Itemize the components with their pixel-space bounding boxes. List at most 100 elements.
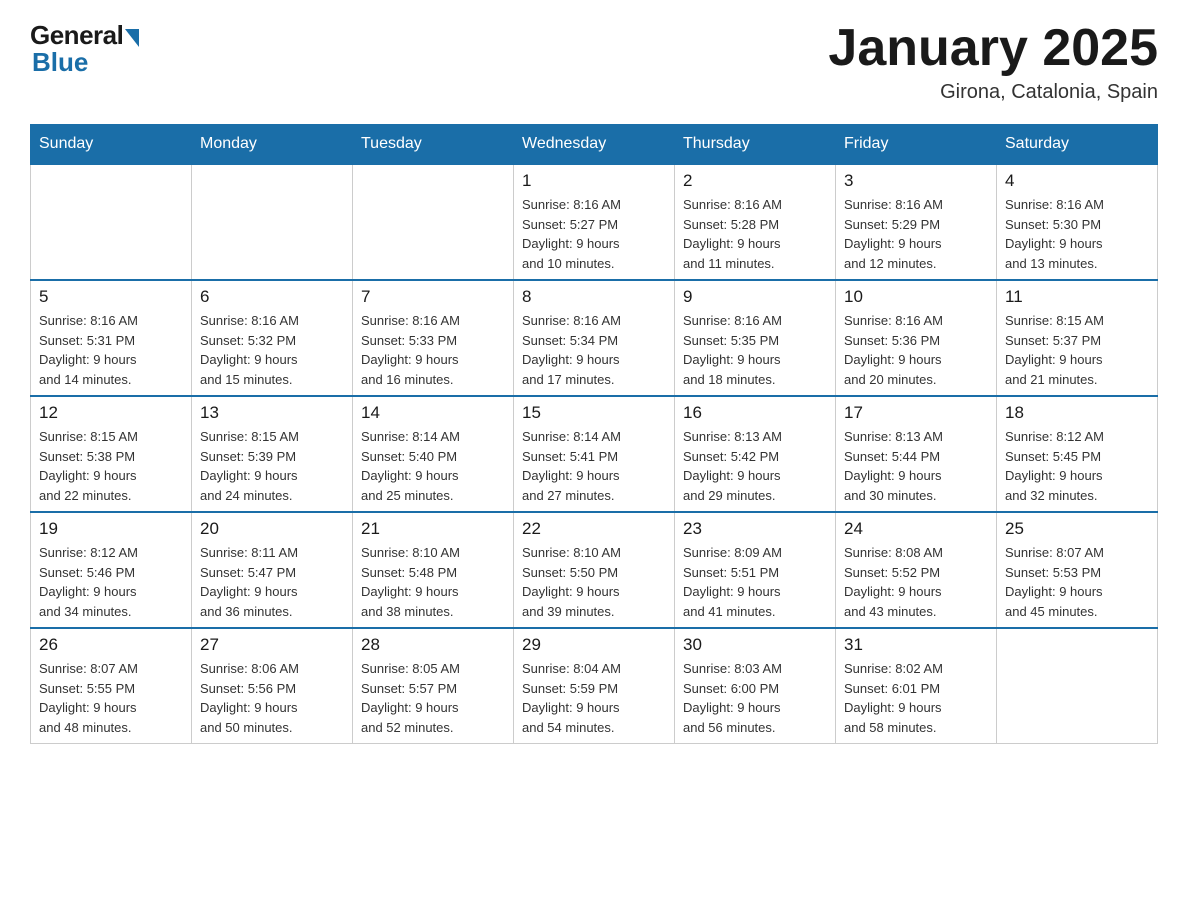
day-info: Sunrise: 8:16 AM Sunset: 5:27 PM Dayligh… xyxy=(522,195,666,273)
calendar-cell: 17 Sunrise: 8:13 AM Sunset: 5:44 PM Dayli… xyxy=(836,396,997,512)
calendar-cell: 6 Sunrise: 8:16 AM Sunset: 5:32 PM Daylig… xyxy=(192,280,353,396)
day-info: Sunrise: 8:16 AM Sunset: 5:29 PM Dayligh… xyxy=(844,195,988,273)
day-info: Sunrise: 8:10 AM Sunset: 5:48 PM Dayligh… xyxy=(361,543,505,621)
day-info: Sunrise: 8:16 AM Sunset: 5:35 PM Dayligh… xyxy=(683,311,827,389)
calendar-cell: 8 Sunrise: 8:16 AM Sunset: 5:34 PM Daylig… xyxy=(514,280,675,396)
day-number: 31 xyxy=(844,635,988,655)
day-number: 26 xyxy=(39,635,183,655)
calendar-cell: 5 Sunrise: 8:16 AM Sunset: 5:31 PM Daylig… xyxy=(31,280,192,396)
calendar-cell: 13Sunrise: 8:15 AM Sunset: 5:39 PM Dayli… xyxy=(192,396,353,512)
calendar-cell: 25 Sunrise: 8:07 AM Sunset: 5:53 PM Dayli… xyxy=(997,512,1158,628)
col-header-friday: Friday xyxy=(836,125,997,165)
day-number: 19 xyxy=(39,519,183,539)
calendar-table: SundayMondayTuesdayWednesdayThursdayFrid… xyxy=(30,124,1158,744)
calendar-cell: 31 Sunrise: 8:02 AM Sunset: 6:01 PM Dayli… xyxy=(836,628,997,744)
location-text: Girona, Catalonia, Spain xyxy=(828,81,1158,104)
day-number: 18 xyxy=(1005,403,1149,423)
day-number: 15 xyxy=(522,403,666,423)
day-number: 7 xyxy=(361,287,505,307)
day-info: Sunrise: 8:16 AM Sunset: 5:31 PM Dayligh… xyxy=(39,311,183,389)
day-info: Sunrise: 8:14 AM Sunset: 5:40 PM Dayligh… xyxy=(361,427,505,505)
month-title: January 2025 xyxy=(828,20,1158,77)
day-info: Sunrise: 8:10 AM Sunset: 5:50 PM Dayligh… xyxy=(522,543,666,621)
day-info: Sunrise: 8:03 AM Sunset: 6:00 PM Dayligh… xyxy=(683,659,827,737)
calendar-cell: 23 Sunrise: 8:09 AM Sunset: 5:51 PM Dayli… xyxy=(675,512,836,628)
logo-blue-text: Blue xyxy=(32,47,139,78)
day-info: Sunrise: 8:14 AM Sunset: 5:41 PM Dayligh… xyxy=(522,427,666,505)
day-number: 16 xyxy=(683,403,827,423)
calendar-cell: 19 Sunrise: 8:12 AM Sunset: 5:46 PM Dayli… xyxy=(31,512,192,628)
logo: General Blue xyxy=(30,20,139,78)
calendar-cell: 1Sunrise: 8:16 AM Sunset: 5:27 PM Daylig… xyxy=(514,164,675,280)
day-number: 21 xyxy=(361,519,505,539)
day-info: Sunrise: 8:07 AM Sunset: 5:53 PM Dayligh… xyxy=(1005,543,1149,621)
day-number: 14 xyxy=(361,403,505,423)
col-header-sunday: Sunday xyxy=(31,125,192,165)
calendar-cell: 30Sunrise: 8:03 AM Sunset: 6:00 PM Dayli… xyxy=(675,628,836,744)
col-header-thursday: Thursday xyxy=(675,125,836,165)
day-info: Sunrise: 8:13 AM Sunset: 5:42 PM Dayligh… xyxy=(683,427,827,505)
day-info: Sunrise: 8:16 AM Sunset: 5:30 PM Dayligh… xyxy=(1005,195,1149,273)
day-number: 8 xyxy=(522,287,666,307)
calendar-week-row: 26 Sunrise: 8:07 AM Sunset: 5:55 PM Dayli… xyxy=(31,628,1158,744)
calendar-cell xyxy=(353,164,514,280)
day-number: 23 xyxy=(683,519,827,539)
day-number: 4 xyxy=(1005,171,1149,191)
day-info: Sunrise: 8:05 AM Sunset: 5:57 PM Dayligh… xyxy=(361,659,505,737)
calendar-cell: 20 Sunrise: 8:11 AM Sunset: 5:47 PM Dayli… xyxy=(192,512,353,628)
title-section: January 2025 Girona, Catalonia, Spain xyxy=(828,20,1158,104)
calendar-cell: 18 Sunrise: 8:12 AM Sunset: 5:45 PM Dayli… xyxy=(997,396,1158,512)
day-number: 28 xyxy=(361,635,505,655)
day-info: Sunrise: 8:07 AM Sunset: 5:55 PM Dayligh… xyxy=(39,659,183,737)
calendar-cell: 28 Sunrise: 8:05 AM Sunset: 5:57 PM Dayli… xyxy=(353,628,514,744)
col-header-monday: Monday xyxy=(192,125,353,165)
calendar-cell: 27Sunrise: 8:06 AM Sunset: 5:56 PM Dayli… xyxy=(192,628,353,744)
day-info: Sunrise: 8:16 AM Sunset: 5:34 PM Dayligh… xyxy=(522,311,666,389)
day-number: 5 xyxy=(39,287,183,307)
calendar-cell xyxy=(192,164,353,280)
day-number: 17 xyxy=(844,403,988,423)
day-number: 22 xyxy=(522,519,666,539)
calendar-week-row: 5 Sunrise: 8:16 AM Sunset: 5:31 PM Daylig… xyxy=(31,280,1158,396)
calendar-cell: 29Sunrise: 8:04 AM Sunset: 5:59 PM Dayli… xyxy=(514,628,675,744)
day-info: Sunrise: 8:15 AM Sunset: 5:37 PM Dayligh… xyxy=(1005,311,1149,389)
day-info: Sunrise: 8:16 AM Sunset: 5:28 PM Dayligh… xyxy=(683,195,827,273)
calendar-cell: 4 Sunrise: 8:16 AM Sunset: 5:30 PM Daylig… xyxy=(997,164,1158,280)
col-header-saturday: Saturday xyxy=(997,125,1158,165)
day-number: 6 xyxy=(200,287,344,307)
day-number: 10 xyxy=(844,287,988,307)
day-info: Sunrise: 8:16 AM Sunset: 5:32 PM Dayligh… xyxy=(200,311,344,389)
calendar-week-row: 1Sunrise: 8:16 AM Sunset: 5:27 PM Daylig… xyxy=(31,164,1158,280)
day-info: Sunrise: 8:12 AM Sunset: 5:46 PM Dayligh… xyxy=(39,543,183,621)
day-number: 11 xyxy=(1005,287,1149,307)
day-info: Sunrise: 8:13 AM Sunset: 5:44 PM Dayligh… xyxy=(844,427,988,505)
day-number: 24 xyxy=(844,519,988,539)
day-info: Sunrise: 8:15 AM Sunset: 5:38 PM Dayligh… xyxy=(39,427,183,505)
day-info: Sunrise: 8:09 AM Sunset: 5:51 PM Dayligh… xyxy=(683,543,827,621)
day-info: Sunrise: 8:11 AM Sunset: 5:47 PM Dayligh… xyxy=(200,543,344,621)
day-info: Sunrise: 8:12 AM Sunset: 5:45 PM Dayligh… xyxy=(1005,427,1149,505)
calendar-cell: 2Sunrise: 8:16 AM Sunset: 5:28 PM Daylig… xyxy=(675,164,836,280)
day-number: 12 xyxy=(39,403,183,423)
day-number: 25 xyxy=(1005,519,1149,539)
calendar-cell xyxy=(997,628,1158,744)
day-number: 20 xyxy=(200,519,344,539)
calendar-cell: 7Sunrise: 8:16 AM Sunset: 5:33 PM Daylig… xyxy=(353,280,514,396)
calendar-cell: 26 Sunrise: 8:07 AM Sunset: 5:55 PM Dayli… xyxy=(31,628,192,744)
calendar-cell: 9 Sunrise: 8:16 AM Sunset: 5:35 PM Daylig… xyxy=(675,280,836,396)
day-info: Sunrise: 8:06 AM Sunset: 5:56 PM Dayligh… xyxy=(200,659,344,737)
day-info: Sunrise: 8:02 AM Sunset: 6:01 PM Dayligh… xyxy=(844,659,988,737)
calendar-header-row: SundayMondayTuesdayWednesdayThursdayFrid… xyxy=(31,125,1158,165)
calendar-cell: 10 Sunrise: 8:16 AM Sunset: 5:36 PM Dayli… xyxy=(836,280,997,396)
day-info: Sunrise: 8:08 AM Sunset: 5:52 PM Dayligh… xyxy=(844,543,988,621)
calendar-cell: 14 Sunrise: 8:14 AM Sunset: 5:40 PM Dayli… xyxy=(353,396,514,512)
col-header-tuesday: Tuesday xyxy=(353,125,514,165)
calendar-week-row: 12 Sunrise: 8:15 AM Sunset: 5:38 PM Dayli… xyxy=(31,396,1158,512)
calendar-cell: 16 Sunrise: 8:13 AM Sunset: 5:42 PM Dayli… xyxy=(675,396,836,512)
day-number: 9 xyxy=(683,287,827,307)
page-header: General Blue January 2025 Girona, Catalo… xyxy=(30,20,1158,104)
day-info: Sunrise: 8:16 AM Sunset: 5:36 PM Dayligh… xyxy=(844,311,988,389)
logo-arrow-icon xyxy=(125,29,139,47)
day-number: 29 xyxy=(522,635,666,655)
col-header-wednesday: Wednesday xyxy=(514,125,675,165)
